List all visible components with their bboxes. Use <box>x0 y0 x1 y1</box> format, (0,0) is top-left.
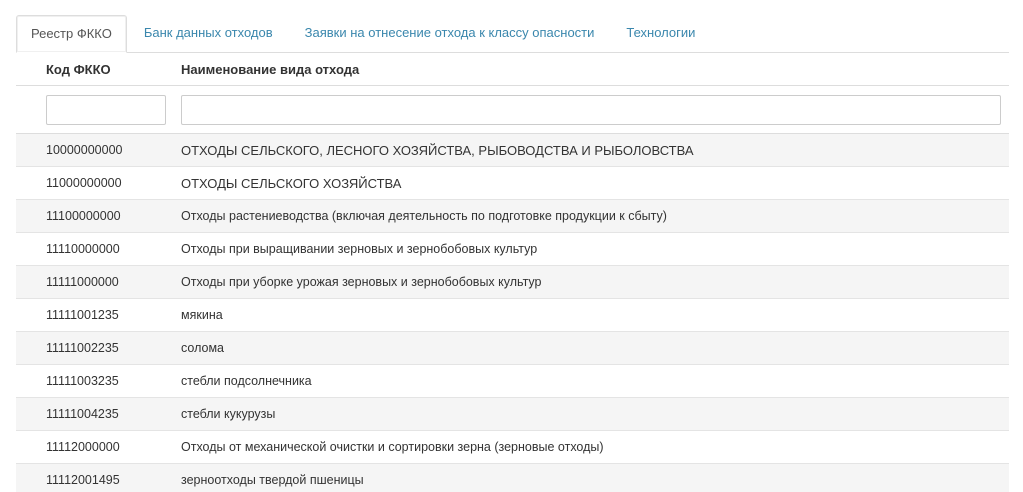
row-code: 11111002235 <box>46 341 119 355</box>
table-row[interactable]: 11000000000 ОТХОДЫ СЕЛЬСКОГО ХОЗЯЙСТВА <box>16 167 1009 200</box>
fkko-app: Реестр ФККО Банк данных отходов Заявки н… <box>0 0 1023 492</box>
row-code: 11000000000 <box>46 176 122 190</box>
row-name: мякина <box>181 308 223 322</box>
row-name: Отходы при выращивании зерновых и зерноб… <box>181 242 538 256</box>
table-row[interactable]: 11111001235 мякина <box>16 299 1009 332</box>
row-code: 10000000000 <box>46 143 123 157</box>
row-name: ОТХОДЫ СЕЛЬСКОГО, ЛЕСНОГО ХОЗЯЙСТВА, РЫБ… <box>181 142 694 158</box>
table-row[interactable]: 11110000000 Отходы при выращивании зерно… <box>16 233 1009 266</box>
table-row[interactable]: 11111002235 солома <box>16 332 1009 365</box>
tab-bar: Реестр ФККО Банк данных отходов Заявки н… <box>16 0 1009 53</box>
fkko-table: Код ФККО Наименование вида отхода 100000… <box>16 53 1009 492</box>
row-name: зерноотходы твердой пшеницы <box>181 473 364 487</box>
filter-code-cell <box>16 94 181 125</box>
tab-hazard-class-requests[interactable]: Заявки на отнесение отхода к классу опас… <box>290 15 610 52</box>
tab-technologies[interactable]: Технологии <box>611 15 710 52</box>
table-row[interactable]: 11111000000 Отходы при уборке урожая зер… <box>16 266 1009 299</box>
filter-row <box>16 86 1009 134</box>
row-name: стебли кукурузы <box>181 407 276 421</box>
row-name: стебли подсолнечника <box>181 374 312 388</box>
code-filter-input[interactable] <box>46 94 166 125</box>
table-row[interactable]: 11112000000 Отходы от механической очист… <box>16 431 1009 464</box>
header-code[interactable]: Код ФККО <box>16 62 181 77</box>
table-row[interactable]: 11100000000 Отходы растениеводства (вклю… <box>16 200 1009 233</box>
row-code: 11112000000 <box>46 440 120 454</box>
table-row[interactable]: 11112001495 зерноотходы твердой пшеницы <box>16 464 1009 492</box>
row-code: 11111004235 <box>46 407 119 421</box>
row-name: Отходы при уборке урожая зерновых и зерн… <box>181 275 542 289</box>
row-name: Отходы от механической очистки и сортиро… <box>181 440 604 454</box>
name-filter-input[interactable] <box>181 94 1001 125</box>
table-row[interactable]: 11111003235 стебли подсолнечника <box>16 365 1009 398</box>
table-row[interactable]: 11111004235 стебли кукурузы <box>16 398 1009 431</box>
table-row[interactable]: 10000000000 ОТХОДЫ СЕЛЬСКОГО, ЛЕСНОГО ХО… <box>16 134 1009 167</box>
row-code: 11100000000 <box>46 209 121 223</box>
row-code: 11111003235 <box>46 374 119 388</box>
row-code: 11111001235 <box>46 308 119 322</box>
header-name[interactable]: Наименование вида отхода <box>181 62 1009 77</box>
row-name: Отходы растениеводства (включая деятельн… <box>181 209 667 223</box>
row-code: 11110000000 <box>46 242 120 256</box>
filter-name-cell <box>181 94 1009 125</box>
row-name: солома <box>181 341 224 355</box>
row-name: ОТХОДЫ СЕЛЬСКОГО ХОЗЯЙСТВА <box>181 175 402 191</box>
row-code: 11112001495 <box>46 473 120 487</box>
tab-fkko-registry[interactable]: Реестр ФККО <box>16 15 127 53</box>
table-header: Код ФККО Наименование вида отхода <box>16 53 1009 86</box>
tab-waste-data-bank[interactable]: Банк данных отходов <box>129 15 288 52</box>
row-code: 11111000000 <box>46 275 119 289</box>
